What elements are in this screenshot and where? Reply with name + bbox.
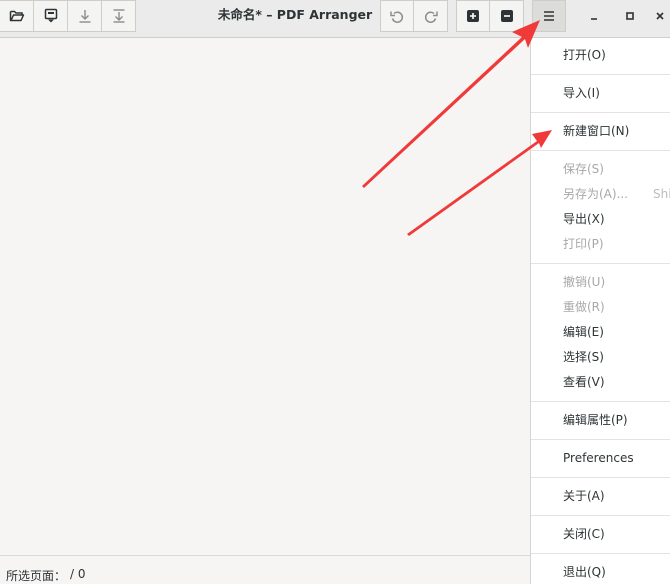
menu-item-select[interactable]: 选择(S) <box>563 350 604 364</box>
selected-pages-label: 所选页面： <box>6 569 67 583</box>
menu-separator <box>531 401 670 402</box>
menu-item-undo[interactable]: 撤销(U) <box>563 275 605 289</box>
zoom-button-group <box>456 0 524 32</box>
save-down-icon <box>44 8 57 23</box>
menu-item-edit-properties[interactable]: 编辑属性(P) <box>563 413 628 427</box>
status-bar: 所选页面： / 0 <box>0 555 530 584</box>
main-menu-popover: 打开(O) 导入(I) 新建窗口(N) 保存(S) 另存为(A)... Shi … <box>530 38 670 584</box>
menu-button-group <box>532 0 566 32</box>
import-button[interactable] <box>102 0 136 32</box>
main-menu-button[interactable] <box>532 0 566 32</box>
menu-item-about[interactable]: 关于(A) <box>563 489 605 503</box>
menu-item-save-as[interactable]: 另存为(A)... <box>563 187 628 201</box>
maximize-icon <box>626 12 634 20</box>
minimize-icon <box>591 18 597 20</box>
close-button[interactable] <box>650 0 670 32</box>
menu-separator <box>531 263 670 264</box>
menu-item-edit[interactable]: 编辑(E) <box>563 325 604 339</box>
page-canvas[interactable] <box>0 38 530 555</box>
minimize-button[interactable] <box>580 0 608 32</box>
menu-item-close[interactable]: 关闭(C) <box>563 527 605 541</box>
close-icon <box>656 12 664 20</box>
hamburger-menu-icon <box>544 11 554 21</box>
window-title: 未命名* – PDF Arranger <box>217 7 373 22</box>
menu-item-quit[interactable]: 退出(Q) <box>563 565 606 579</box>
menu-item-open[interactable]: 打开(O) <box>563 48 606 62</box>
menu-separator <box>531 515 670 516</box>
import-icon <box>113 9 124 23</box>
menu-item-save[interactable]: 保存(S) <box>563 162 604 176</box>
menu-item-print[interactable]: 打印(P) <box>563 237 604 251</box>
redo-icon <box>424 11 438 23</box>
undo-icon <box>390 11 404 23</box>
zoom-out-icon <box>500 10 513 22</box>
menu-separator <box>531 553 670 554</box>
download-icon <box>79 10 90 23</box>
zoom-in-icon <box>467 10 479 22</box>
menu-separator <box>531 112 670 113</box>
history-button-group <box>380 0 448 32</box>
menu-separator <box>531 74 670 75</box>
undo-button[interactable] <box>380 0 414 32</box>
redo-button[interactable] <box>414 0 448 32</box>
menu-item-import[interactable]: 导入(I) <box>563 86 600 100</box>
maximize-button[interactable] <box>616 0 644 32</box>
menu-separator <box>531 150 670 151</box>
selected-pages-value: / 0 <box>70 567 86 581</box>
file-button-group <box>0 0 136 32</box>
zoom-in-button[interactable] <box>456 0 490 32</box>
open-button[interactable] <box>0 0 34 32</box>
header-bar: 未命名* – PDF Arranger <box>0 0 670 38</box>
menu-item-redo[interactable]: 重做(R) <box>563 300 605 314</box>
menu-item-preferences[interactable]: Preferences <box>563 451 634 465</box>
menu-item-new-window[interactable]: 新建窗口(N) <box>563 124 629 138</box>
menu-item-view[interactable]: 查看(V) <box>563 375 605 389</box>
menu-separator <box>531 439 670 440</box>
zoom-out-button[interactable] <box>490 0 524 32</box>
save-button[interactable] <box>34 0 68 32</box>
export-button[interactable] <box>68 0 102 32</box>
save-as-accelerator: Shi <box>653 187 670 201</box>
folder-open-icon <box>9 10 24 22</box>
menu-separator <box>531 477 670 478</box>
menu-item-export[interactable]: 导出(X) <box>563 212 605 226</box>
